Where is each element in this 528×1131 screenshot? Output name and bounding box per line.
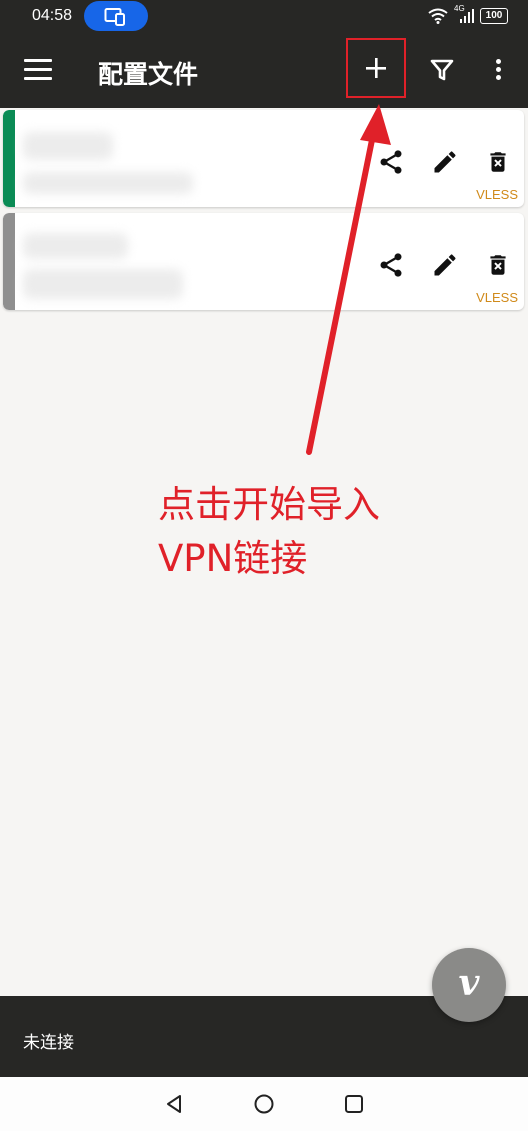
recents-icon[interactable] [343,1093,365,1115]
annotation-line-1: 点击开始导入 [158,483,380,526]
active-indicator [3,110,15,207]
more-options-button[interactable] [494,59,502,83]
connection-status: 未连接 [23,1033,74,1053]
status-icons: 4G 100 [428,4,508,24]
delete-icon[interactable] [485,148,511,176]
home-icon[interactable] [253,1093,275,1115]
system-nav-bar [0,1077,528,1131]
profile-address-redacted [23,172,193,194]
screen-cast-pill[interactable] [84,1,148,31]
screen-cast-icon [104,8,125,26]
filter-button[interactable] [430,59,454,85]
profile-name-redacted [23,132,113,160]
battery-level: 100 [485,10,503,21]
share-icon[interactable] [377,251,405,279]
more-vert-icon [495,59,501,64]
status-bar: 04:58 4G 100 [0,0,528,33]
app-bar: 配置文件 [0,33,528,108]
delete-icon[interactable] [485,251,511,279]
annotation-text: 点击开始导入 VPN链接 [158,478,380,586]
battery-icon: 100 [480,8,508,24]
back-icon[interactable] [163,1093,185,1115]
signal-indicator: 4G [454,4,474,24]
wifi-icon [428,8,448,24]
filter-icon [430,59,454,81]
connect-fab[interactable]: v [432,948,506,1022]
menu-button[interactable] [24,59,52,81]
edit-icon[interactable] [431,251,459,279]
add-profile-button[interactable] [346,38,406,98]
edit-icon[interactable] [431,148,459,176]
status-time: 04:58 [32,7,73,24]
protocol-label: VLESS [476,290,518,305]
annotation-line-2: VPN链接 [158,537,308,580]
profile-name-redacted [23,233,128,259]
inactive-indicator [3,213,15,310]
v-connect-icon: v [458,962,480,1004]
protocol-label: VLESS [476,187,518,202]
menu-icon [24,59,52,62]
profile-card[interactable]: VLESS [3,110,524,207]
profile-card[interactable]: VLESS [3,213,524,310]
page-title: 配置文件 [98,60,199,89]
add-icon [366,58,386,78]
share-icon[interactable] [377,148,405,176]
signal-icon [460,9,474,23]
profile-address-redacted [23,269,183,299]
